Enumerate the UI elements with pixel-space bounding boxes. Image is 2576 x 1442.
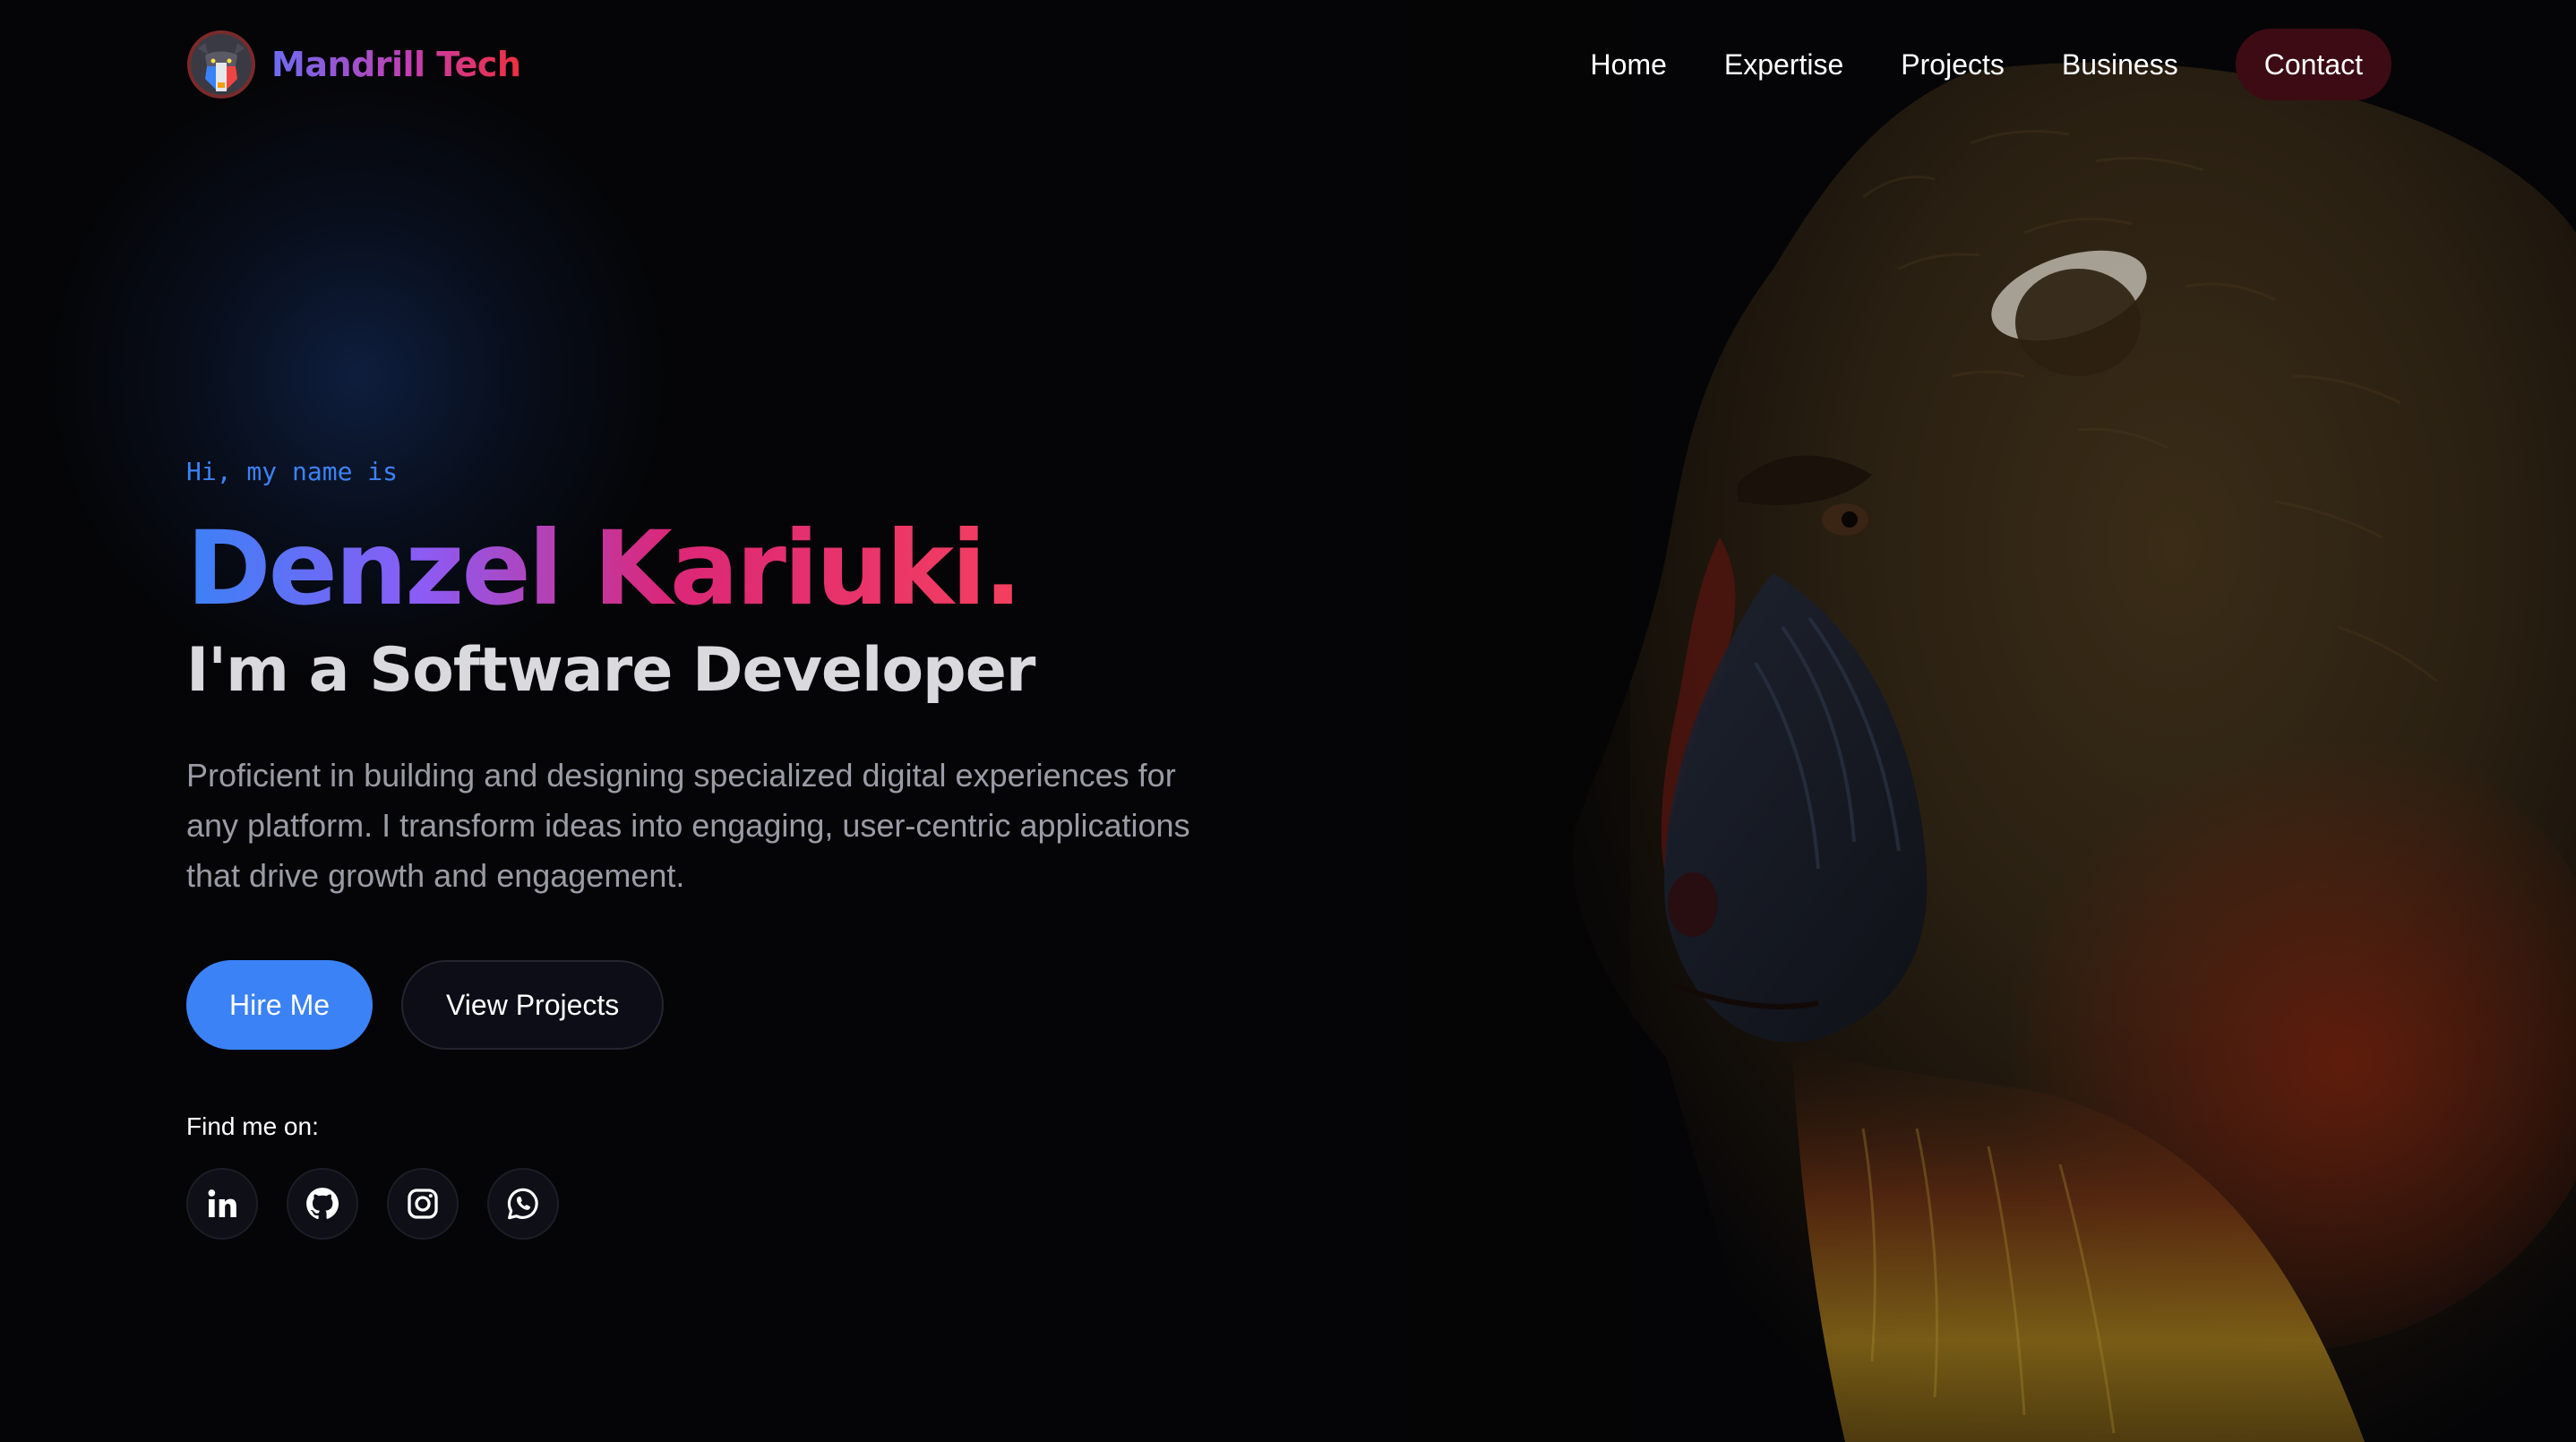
linkedin-link[interactable]: [186, 1168, 258, 1240]
hero-section: Hi, my name is Denzel Kariuki. I'm a Sof…: [186, 457, 1440, 1240]
hire-me-button[interactable]: Hire Me: [186, 960, 374, 1050]
brand-name: Mandrill Tech: [271, 45, 521, 84]
mandrill-portrait-image: [1397, 0, 2576, 1442]
hero-greeting: Hi, my name is: [186, 457, 399, 486]
whatsapp-icon: [507, 1188, 538, 1220]
top-navigation: Mandrill Tech Home Expertise Projects Bu…: [0, 0, 2576, 134]
nav-links: Home Expertise Projects Business Contact: [1591, 29, 2391, 100]
brand[interactable]: Mandrill Tech: [185, 29, 521, 100]
nav-item-business[interactable]: Business: [2062, 48, 2178, 82]
instagram-link[interactable]: [387, 1168, 459, 1240]
nav-item-projects[interactable]: Projects: [1901, 48, 2005, 82]
view-projects-button[interactable]: View Projects: [401, 960, 665, 1050]
github-link[interactable]: [287, 1168, 358, 1240]
github-icon: [306, 1188, 339, 1220]
instagram-icon: [408, 1189, 438, 1219]
page: Mandrill Tech Home Expertise Projects Bu…: [0, 0, 2576, 1442]
hero-bio: Proficient in building and designing spe…: [186, 757, 1190, 894]
nav-item-home[interactable]: Home: [1591, 48, 1667, 82]
whatsapp-link[interactable]: [487, 1168, 559, 1240]
nav-item-expertise[interactable]: Expertise: [1724, 48, 1843, 82]
mandrill-logo-icon: [187, 30, 255, 99]
cta-row: Hire Me View Projects: [186, 960, 1440, 1050]
social-links: [186, 1168, 1440, 1240]
socials-label: Find me on:: [186, 1112, 319, 1140]
hero-name: Denzel Kariuki.: [186, 509, 1022, 628]
contact-button[interactable]: Contact: [2235, 29, 2391, 100]
linkedin-icon: [208, 1189, 236, 1217]
hero-role: I'm a Software Developer: [186, 635, 1035, 706]
